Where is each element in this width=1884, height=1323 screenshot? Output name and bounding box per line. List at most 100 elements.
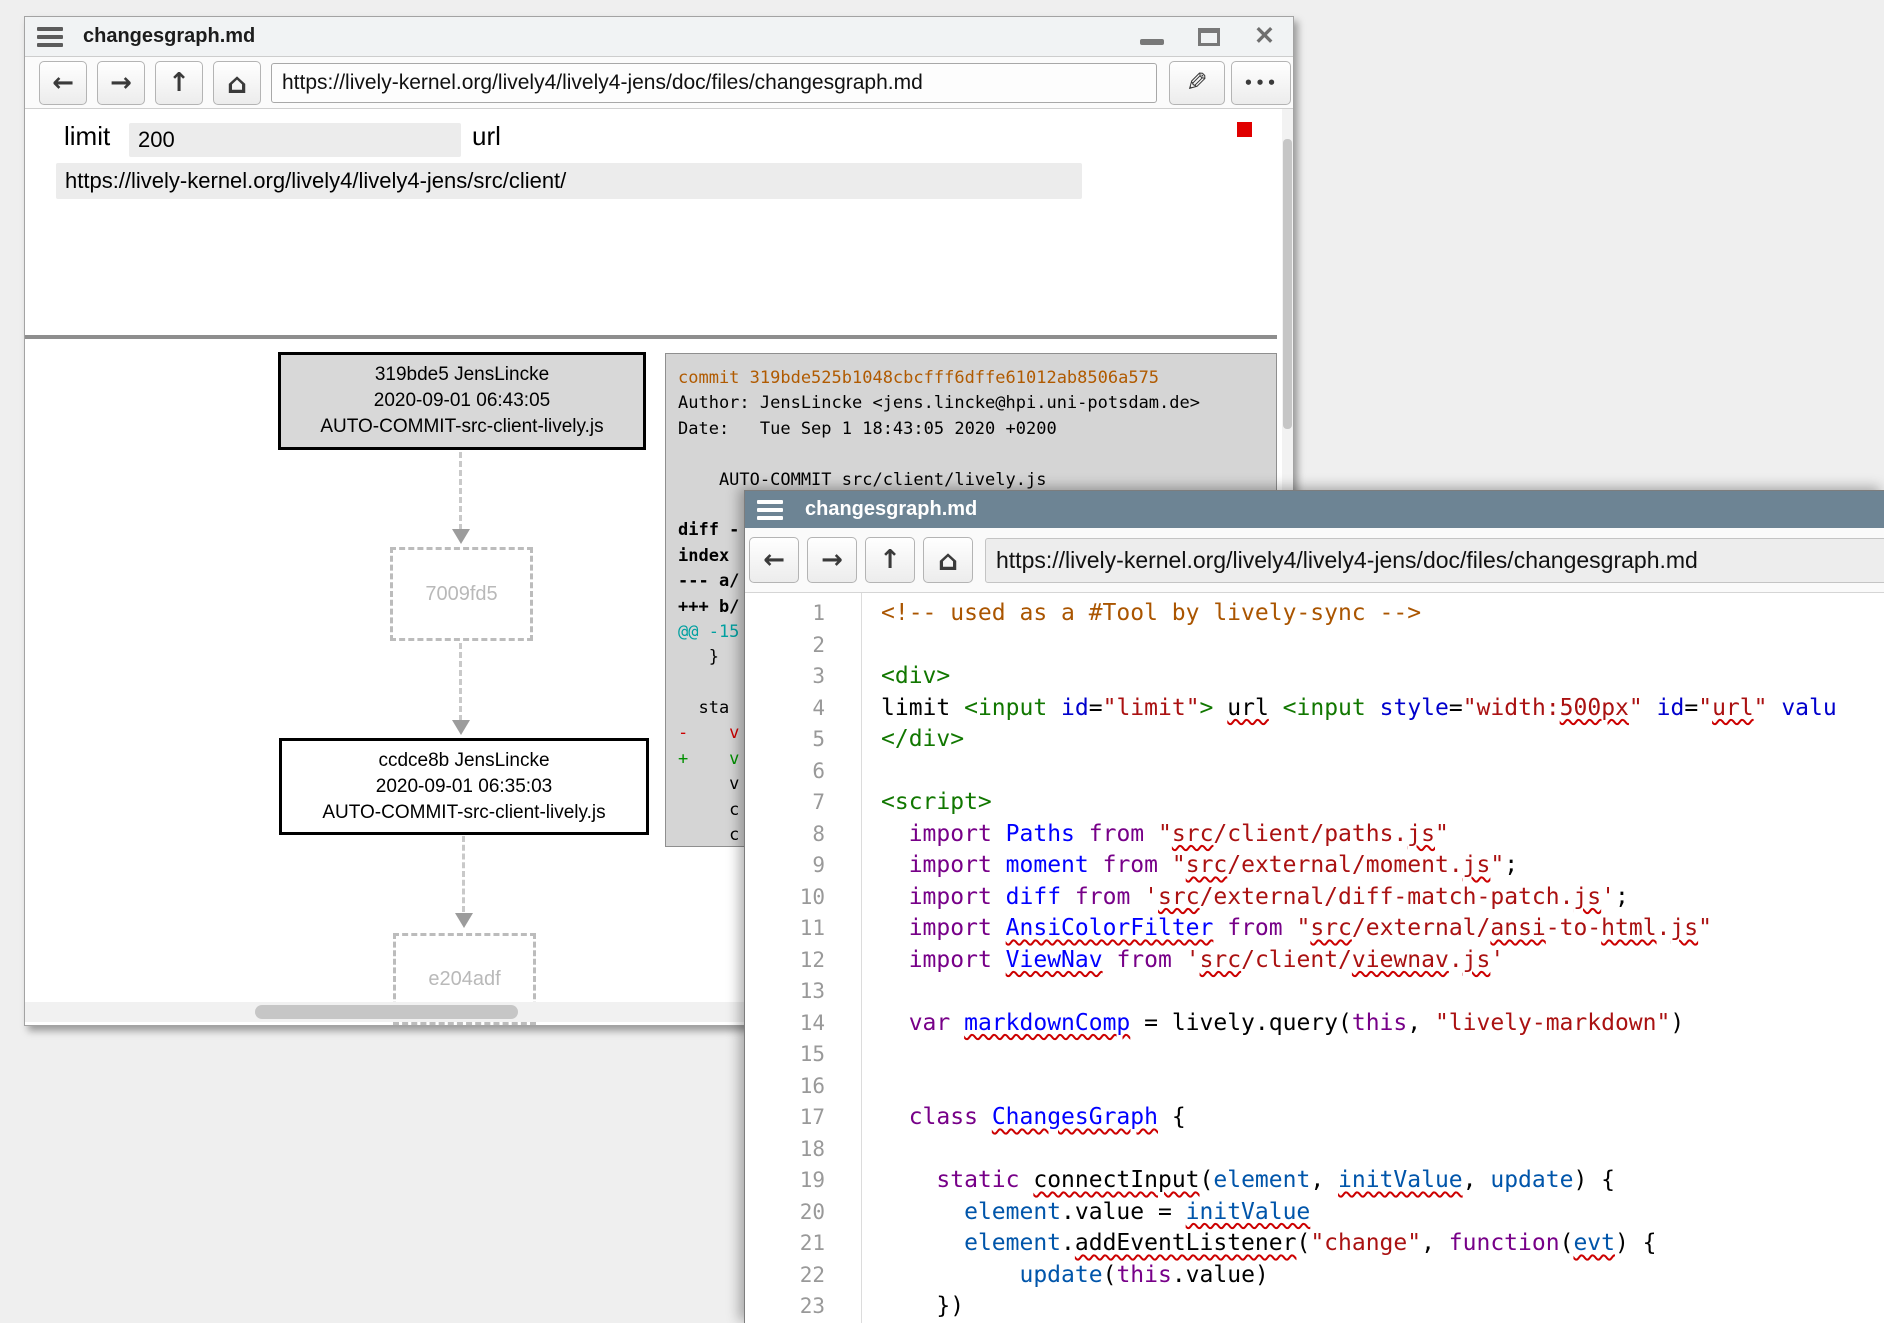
edit-pencil-button[interactable]: ✎	[1169, 61, 1225, 105]
line-number: 1	[745, 598, 861, 630]
horizontal-scrollbar-thumb[interactable]	[255, 1005, 518, 1019]
code-token: .	[1449, 947, 1463, 973]
desktop: changesgraph.md ✕ ← → ↑ ⌂ ✎ ••• limit ur…	[0, 0, 1884, 1323]
code-token: element	[964, 1199, 1061, 1225]
line-number: 22	[745, 1260, 861, 1292]
forward-button[interactable]: →	[807, 537, 857, 583]
minimize-icon[interactable]	[1140, 39, 1164, 45]
url-bar[interactable]	[985, 538, 1884, 583]
front-window-titlebar[interactable]: changesgraph.md	[745, 491, 1884, 528]
code-token: AnsiColorFilter	[1006, 915, 1214, 941]
code-token: addEventListener	[1075, 1230, 1297, 1256]
line-number: 16	[745, 1071, 861, 1103]
code-token: ;	[1615, 884, 1629, 910]
code-token	[992, 884, 1006, 910]
forward-button[interactable]: →	[97, 61, 145, 105]
code-token: "	[1435, 821, 1449, 847]
limit-input[interactable]	[129, 123, 461, 157]
url-label: url	[472, 121, 501, 152]
code-token: ViewNav	[1006, 947, 1103, 973]
graph-edge	[462, 836, 465, 912]
code-token: -to-	[1546, 915, 1601, 941]
code-token: limit	[881, 695, 964, 721]
menu-icon[interactable]	[37, 27, 63, 47]
code-token: "	[1172, 852, 1186, 878]
url-bar[interactable]	[271, 63, 1157, 103]
code-editor[interactable]: 1234567891011121314151617181920212223 <!…	[745, 593, 1884, 1323]
line-number: 17	[745, 1102, 861, 1134]
code-token: ;	[1504, 852, 1518, 878]
up-button[interactable]: ↑	[865, 537, 915, 583]
code-token: ChangesGraph	[992, 1104, 1158, 1130]
more-options-button[interactable]: •••	[1231, 61, 1291, 105]
code-token: =	[1684, 695, 1698, 721]
code-token	[1075, 821, 1089, 847]
code-token	[1213, 915, 1227, 941]
up-button[interactable]: ↑	[155, 61, 203, 105]
code-line	[881, 1071, 1884, 1103]
commit-node-selected[interactable]: 319bde5 JensLincke 2020-09-01 06:43:05 A…	[278, 352, 646, 450]
pane-separator	[25, 335, 1277, 339]
line-number: 7	[745, 787, 861, 819]
graph-edge	[459, 452, 462, 530]
code-token: evt	[1573, 1230, 1615, 1256]
code-lines: <!-- used as a #Tool by lively-sync --> …	[863, 593, 1884, 1323]
line-number: 10	[745, 882, 861, 914]
code-token: url	[1227, 695, 1269, 721]
code-token: src	[1172, 821, 1214, 847]
close-icon[interactable]: ✕	[1254, 24, 1275, 49]
code-token	[1643, 695, 1657, 721]
vertical-scrollbar-thumb[interactable]	[1283, 139, 1292, 429]
code-token: </div>	[881, 726, 964, 752]
code-token: var	[909, 1010, 951, 1036]
commit-node[interactable]: ccdce8b JensLincke 2020-09-01 06:35:03 A…	[279, 738, 649, 835]
back-button[interactable]: ←	[39, 61, 87, 105]
code-token: >	[1200, 695, 1214, 721]
back-button[interactable]: ←	[749, 537, 799, 583]
code-token: 500px	[1560, 695, 1629, 721]
code-token: import	[909, 915, 992, 941]
code-token: js	[1573, 884, 1601, 910]
home-button[interactable]: ⌂	[213, 61, 261, 105]
diff-line: commit 319bde525b1048cbcfff6dffe61012ab8…	[678, 366, 1276, 391]
code-token: .value)	[1172, 1262, 1269, 1288]
code-token: ) {	[1573, 1167, 1615, 1193]
home-button[interactable]: ⌂	[923, 537, 973, 583]
window-title: changesgraph.md	[83, 25, 255, 48]
code-token	[978, 1104, 992, 1130]
code-token: id	[1657, 695, 1685, 721]
code-line: import Paths from "src/client/paths.js"	[881, 819, 1884, 851]
line-number: 12	[745, 945, 861, 977]
commit-date: 2020-09-01 06:43:05	[281, 388, 643, 414]
code-line: import ViewNav from 'src/client/viewnav.…	[881, 945, 1884, 977]
code-token: from	[1103, 852, 1158, 878]
code-token: js	[1407, 821, 1435, 847]
line-number: 3	[745, 661, 861, 693]
code-token: <input	[1283, 695, 1366, 721]
code-token	[881, 852, 909, 878]
code-token: "	[1158, 821, 1172, 847]
code-line: element.value = initValue	[881, 1197, 1884, 1229]
url-input[interactable]	[56, 163, 1082, 199]
maximize-icon[interactable]	[1198, 28, 1220, 46]
commit-date: 2020-09-01 06:35:03	[282, 774, 646, 800]
code-token: update	[1490, 1167, 1573, 1193]
code-token: "	[1296, 915, 1310, 941]
code-token	[1158, 852, 1172, 878]
code-token: this	[1116, 1262, 1171, 1288]
pencil-icon: ✎	[1186, 68, 1208, 98]
commit-node-placeholder[interactable]: 7009fd5	[390, 547, 533, 641]
code-token	[881, 1010, 909, 1036]
menu-icon[interactable]	[757, 500, 783, 520]
code-token: "width:	[1463, 695, 1560, 721]
code-token: =	[1449, 695, 1463, 721]
code-token: '	[1601, 884, 1615, 910]
code-token	[950, 1010, 964, 1036]
line-number-gutter: 1234567891011121314151617181920212223	[745, 593, 862, 1323]
code-token	[992, 947, 1006, 973]
code-token: (	[1560, 1230, 1574, 1256]
back-window-titlebar[interactable]: changesgraph.md ✕	[25, 17, 1293, 57]
arrow-down-icon	[452, 720, 470, 735]
code-token	[1130, 884, 1144, 910]
navigation-toolbar: ← → ↑ ⌂	[745, 528, 1884, 593]
